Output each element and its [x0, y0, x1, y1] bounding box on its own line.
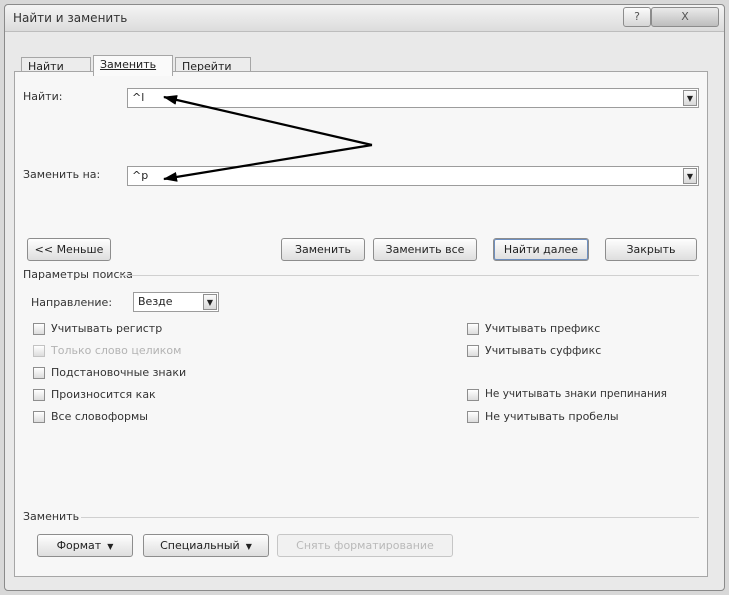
- all-word-forms-checkbox[interactable]: Все словоформы: [33, 410, 253, 426]
- search-params-divider: [119, 275, 699, 276]
- find-dropdown-icon[interactable]: ▼: [683, 90, 697, 106]
- checkbox-box[interactable]: [467, 323, 479, 335]
- close-window-button[interactable]: X: [651, 7, 719, 27]
- checkbox-label: Только слово целиком: [51, 344, 182, 357]
- checkbox-box: [33, 345, 45, 357]
- checkbox-label: Не учитывать пробелы: [485, 410, 619, 423]
- special-button[interactable]: Специальный ▼: [143, 534, 269, 557]
- checkbox-label: Не учитывать знаки препинания: [485, 388, 667, 400]
- find-next-button[interactable]: Найти далее: [493, 238, 589, 261]
- ignore-whitespace-checkbox[interactable]: Не учитывать пробелы: [467, 410, 699, 426]
- find-combobox[interactable]: ^l ▼: [127, 88, 699, 108]
- checkbox-box[interactable]: [33, 323, 45, 335]
- dialog-title: Найти и заменить: [13, 11, 128, 25]
- format-button-label: Формат: [56, 539, 102, 552]
- help-button[interactable]: ?: [623, 7, 651, 27]
- whole-word-checkbox: Только слово целиком: [33, 344, 253, 360]
- title-bar[interactable]: Найти и заменить ? X: [5, 5, 724, 32]
- checkbox-box[interactable]: [33, 389, 45, 401]
- format-dropdown-icon: ▼: [104, 542, 114, 551]
- sounds-like-checkbox[interactable]: Произносится как: [33, 388, 253, 404]
- checkbox-label: Подстановочные знаки: [51, 366, 187, 379]
- replace-section-title: Заменить: [23, 510, 80, 523]
- checkbox-label: Учитывать префикс: [485, 322, 601, 335]
- checkbox-label: Учитывать суффикс: [485, 344, 602, 357]
- ignore-punctuation-checkbox[interactable]: Не учитывать знаки препинания: [467, 388, 703, 404]
- close-button[interactable]: Закрыть: [605, 238, 697, 261]
- checkbox-box[interactable]: [467, 389, 479, 401]
- tab-replace[interactable]: Заменить: [93, 55, 173, 76]
- direction-label: Направление:: [31, 296, 113, 309]
- wildcards-checkbox[interactable]: Подстановочные знаки: [33, 366, 253, 382]
- match-suffix-checkbox[interactable]: Учитывать суффикс: [467, 344, 699, 360]
- clear-formatting-button: Снять форматирование: [277, 534, 453, 557]
- direction-value: Везде: [138, 295, 173, 308]
- replace-combobox[interactable]: ^p ▼: [127, 166, 699, 186]
- checkbox-box[interactable]: [467, 345, 479, 357]
- replace-label: Заменить на:: [23, 168, 101, 181]
- checkbox-box[interactable]: [467, 411, 479, 423]
- replace-input[interactable]: ^p: [132, 169, 148, 182]
- match-prefix-checkbox[interactable]: Учитывать префикс: [467, 322, 699, 338]
- replace-button[interactable]: Заменить: [281, 238, 365, 261]
- checkbox-label: Все словоформы: [51, 410, 148, 423]
- tab-panel-replace: Найти: ^l ▼ Заменить на: ^p ▼ << Меньше …: [14, 71, 708, 577]
- replace-section-divider: [81, 517, 699, 518]
- special-button-label: Специальный: [160, 539, 240, 552]
- checkbox-box[interactable]: [33, 367, 45, 379]
- search-params-title: Параметры поиска: [23, 268, 133, 281]
- special-dropdown-icon: ▼: [243, 542, 252, 551]
- replace-all-button[interactable]: Заменить все: [373, 238, 477, 261]
- less-button[interactable]: << Меньше: [27, 238, 111, 261]
- checkbox-label: Произносится как: [51, 388, 156, 401]
- find-input[interactable]: ^l: [132, 91, 144, 104]
- format-button[interactable]: Формат ▼: [37, 534, 133, 557]
- checkbox-label: Учитывать регистр: [51, 322, 163, 335]
- direction-select[interactable]: Везде ▼: [133, 292, 219, 312]
- checkbox-box[interactable]: [33, 411, 45, 423]
- replace-dropdown-icon[interactable]: ▼: [683, 168, 697, 184]
- match-case-checkbox[interactable]: Учитывать регистр: [33, 322, 233, 338]
- find-label: Найти:: [23, 90, 63, 103]
- direction-dropdown-icon[interactable]: ▼: [203, 294, 217, 310]
